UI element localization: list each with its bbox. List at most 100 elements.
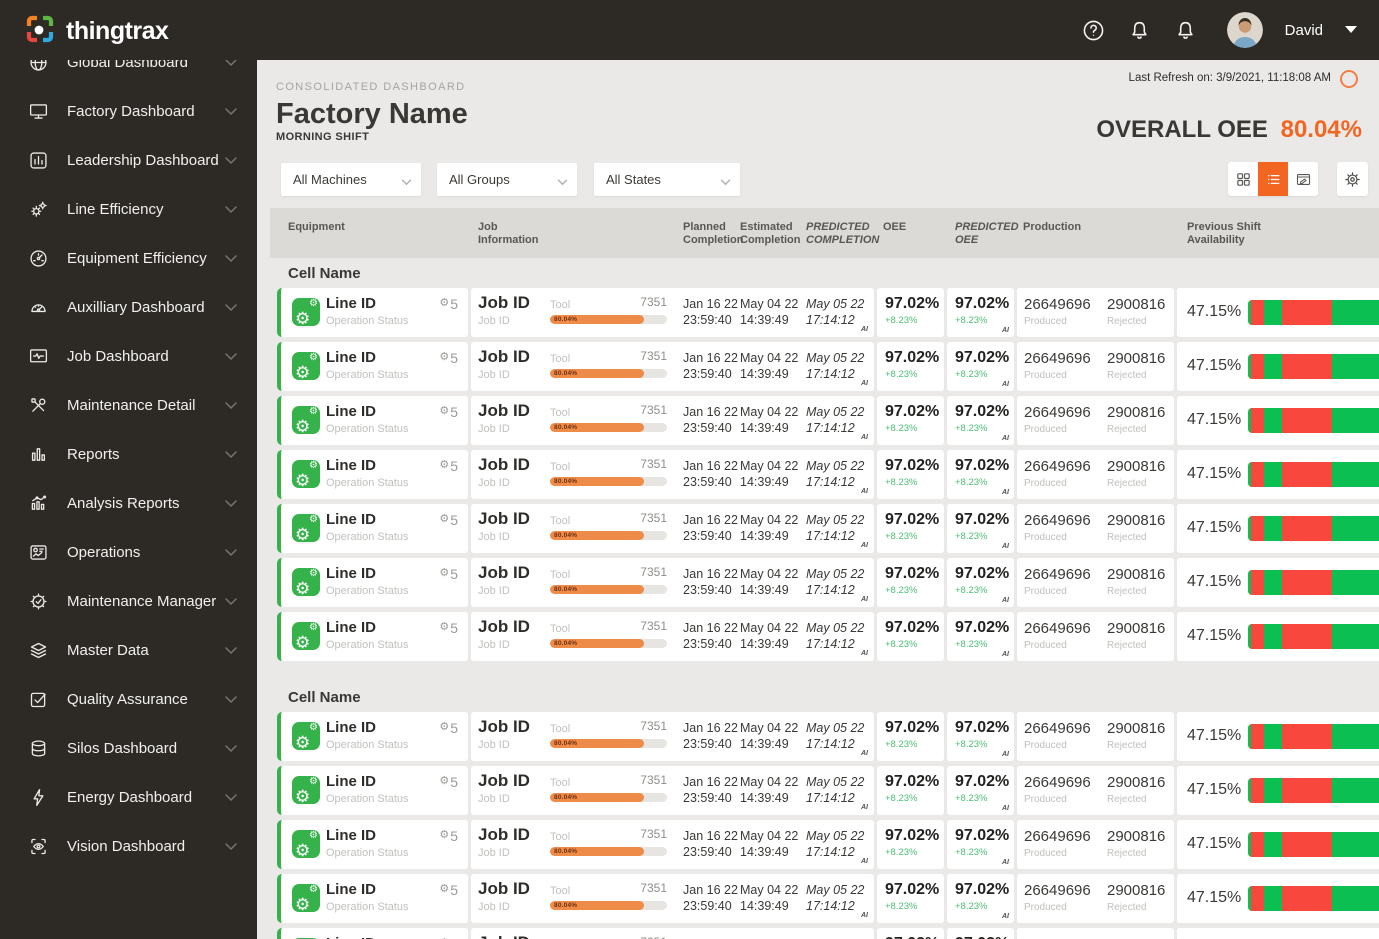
tool-label: Tool bbox=[550, 461, 571, 473]
refresh-indicator[interactable] bbox=[1340, 70, 1358, 88]
table-row[interactable]: ⚙⚙ Line ID Operation Status ⚙5 Job ID Jo… bbox=[270, 820, 1379, 869]
user-name[interactable]: David bbox=[1285, 22, 1323, 39]
sidebar-item-master-data[interactable]: Master Data bbox=[0, 626, 257, 675]
job-information-cell: Job ID Job ID Tool 7351 80.04% Jan 16 22… bbox=[471, 504, 874, 553]
job-information-cell: Job ID Job ID Tool 7351 80.04% Jan 16 22… bbox=[471, 712, 874, 761]
main-content: Last Refresh on: 3/9/2021, 11:18:08 AM C… bbox=[257, 60, 1379, 939]
brand-logo[interactable]: thingtrax bbox=[24, 13, 169, 50]
sidebar-item-energy-dashboard[interactable]: Energy Dashboard bbox=[0, 773, 257, 822]
availability-segment-red bbox=[1282, 832, 1332, 857]
oee-value: 97.02% bbox=[885, 565, 940, 582]
sidebar-item-job-dashboard[interactable]: Job Dashboard bbox=[0, 332, 257, 381]
oee-value: 97.02% bbox=[885, 403, 940, 420]
table-row[interactable]: ⚙⚙ Line ID Operation Status ⚙5 Job ID Jo… bbox=[270, 342, 1379, 391]
list-view-button[interactable] bbox=[1258, 162, 1288, 196]
tool-progress-label: 80.04% bbox=[554, 316, 578, 323]
availability-cell: 47.15% bbox=[1177, 450, 1379, 499]
gear-icon: ⚙ bbox=[439, 829, 450, 841]
machines-filter-select[interactable]: All Machines bbox=[281, 163, 421, 196]
machine-gears-icon: ⚙⚙ bbox=[292, 776, 320, 805]
rejected-value: 2900816 bbox=[1107, 296, 1166, 313]
availability-segment-green bbox=[1263, 516, 1283, 541]
table-row[interactable]: ⚙⚙ Line ID Operation Status ⚙5 Job ID Jo… bbox=[270, 396, 1379, 445]
groups-filter-select[interactable]: All Groups bbox=[437, 163, 577, 196]
table-row[interactable]: ⚙⚙ Line ID Operation Status ⚙5 Job ID Jo… bbox=[270, 766, 1379, 815]
availability-segment-red bbox=[1250, 516, 1264, 541]
grid-view-button[interactable] bbox=[1228, 162, 1258, 196]
column-header-planned-completion: Planned Completion bbox=[683, 221, 744, 246]
states-filter-select[interactable]: All States bbox=[594, 163, 740, 196]
ai-tag: AI bbox=[861, 326, 868, 333]
produced-value: 26649696 bbox=[1024, 720, 1091, 737]
tool-progress-label: 80.04% bbox=[554, 370, 578, 377]
states-filter-value: All States bbox=[606, 172, 661, 187]
alerts-bell-icon[interactable] bbox=[1173, 17, 1199, 43]
table-row[interactable]: ⚙⚙ Line ID Operation Status ⚙5 Job ID Jo… bbox=[270, 504, 1379, 553]
chart-line-bars-icon bbox=[27, 493, 49, 515]
gear-icon: ⚙ bbox=[439, 351, 450, 363]
notifications-bell-icon[interactable] bbox=[1127, 17, 1153, 43]
job-sub-id: Job ID bbox=[478, 423, 510, 435]
sidebar-item-line-efficiency[interactable]: Line Efficiency bbox=[0, 185, 257, 234]
table-row[interactable]: ⚙⚙ Line ID Operation Status ⚙5 Job ID Jo… bbox=[270, 288, 1379, 337]
line-id: Line ID bbox=[326, 719, 377, 736]
line-id: Line ID bbox=[326, 881, 377, 898]
predicted-oee-value: 97.02% bbox=[955, 295, 1010, 312]
planned-completion: Jan 16 2223:59:40 bbox=[683, 621, 738, 651]
availability-segment-green bbox=[1263, 408, 1283, 433]
help-icon[interactable] bbox=[1081, 17, 1107, 43]
table-row[interactable]: ⚙⚙ Line ID Operation Status ⚙5 Job ID Jo… bbox=[270, 450, 1379, 499]
settings-gear-button[interactable] bbox=[1337, 162, 1368, 196]
oee-cell: 97.02% +8.23% bbox=[877, 820, 944, 869]
rejected-label: Rejected bbox=[1107, 794, 1147, 805]
sidebar-item-quality-assurance[interactable]: Quality Assurance bbox=[0, 675, 257, 724]
chart-square-icon bbox=[27, 150, 49, 172]
job-sub-id: Job ID bbox=[478, 901, 510, 913]
equipment-cell: ⚙⚙ Line ID Operation Status ⚙5 bbox=[277, 342, 468, 391]
tool-progress-fill: 80.04% bbox=[550, 315, 644, 324]
sidebar-item-vision-dashboard[interactable]: Vision Dashboard bbox=[0, 822, 257, 871]
equipment-cell: ⚙⚙ Line ID Operation Status ⚙5 bbox=[277, 558, 468, 607]
gear-icon: ⚙ bbox=[439, 721, 450, 733]
table-row[interactable]: ⚙⚙ Line ID Operation Status ⚙5 Job ID Jo… bbox=[270, 712, 1379, 761]
tool-label: Tool bbox=[550, 407, 571, 419]
gears-icon bbox=[27, 199, 49, 221]
topbar: thingtrax David bbox=[0, 0, 1379, 60]
user-avatar[interactable] bbox=[1226, 12, 1263, 48]
tool-progress-fill: 80.04% bbox=[550, 369, 644, 378]
table-row[interactable]: ⚙⚙ Line ID Operation Status ⚙5 Job ID Jo… bbox=[270, 928, 1379, 939]
availability-segment-red bbox=[1250, 300, 1264, 325]
chevron-down-icon bbox=[401, 174, 412, 189]
planned-completion: Jan 16 2223:59:40 bbox=[683, 459, 738, 489]
monitor-icon bbox=[27, 101, 49, 123]
sidebar-item-analysis-reports[interactable]: Analysis Reports bbox=[0, 479, 257, 528]
sidebar-item-auxilliary-dashboard[interactable]: Auxilliary Dashboard bbox=[0, 283, 257, 332]
last-refresh-text: Last Refresh on: 3/9/2021, 11:18:08 AM bbox=[1128, 72, 1331, 84]
sidebar-item-label: Maintenance Detail bbox=[67, 397, 196, 414]
table-row[interactable]: ⚙⚙ Line ID Operation Status ⚙5 Job ID Jo… bbox=[270, 558, 1379, 607]
sidebar-item-equipment-efficiency[interactable]: Equipment Efficiency bbox=[0, 234, 257, 283]
window-view-button[interactable] bbox=[1288, 162, 1318, 196]
gear-icon: ⚙ bbox=[439, 775, 450, 787]
availability-segment-green bbox=[1263, 724, 1283, 749]
sidebar-item-maintenance-manager[interactable]: Maintenance Manager bbox=[0, 577, 257, 626]
column-header-previous-shift-availability: Previous Shift Availability bbox=[1187, 221, 1261, 246]
availability-segment-red bbox=[1282, 570, 1332, 595]
tool-block: Tool 7351 80.04% bbox=[550, 349, 667, 378]
sidebar-item-reports[interactable]: Reports bbox=[0, 430, 257, 479]
predicted-oee-delta: +8.23% bbox=[955, 793, 988, 804]
view-toggle-group bbox=[1228, 162, 1318, 196]
job-information-cell: Job ID Job ID Tool 7351 80.04% Jan 16 22… bbox=[471, 558, 874, 607]
gear-icon: ⚙ bbox=[439, 567, 450, 579]
availability-bar bbox=[1248, 724, 1379, 749]
sidebar-item-silos-dashboard[interactable]: Silos Dashboard bbox=[0, 724, 257, 773]
sidebar-item-factory-dashboard[interactable]: Factory Dashboard bbox=[0, 87, 257, 136]
sidebar-item-maintenance-detail[interactable]: Maintenance Detail bbox=[0, 381, 257, 430]
availability-segment-red bbox=[1282, 408, 1332, 433]
table-row[interactable]: ⚙⚙ Line ID Operation Status ⚙5 Job ID Jo… bbox=[270, 612, 1379, 661]
sidebar-item-leadership-dashboard[interactable]: Leadership Dashboard bbox=[0, 136, 257, 185]
table-row[interactable]: ⚙⚙ Line ID Operation Status ⚙5 Job ID Jo… bbox=[270, 874, 1379, 923]
tools-icon bbox=[27, 395, 49, 417]
user-menu-caret-icon[interactable] bbox=[1345, 26, 1357, 34]
sidebar-item-operations[interactable]: Operations bbox=[0, 528, 257, 577]
